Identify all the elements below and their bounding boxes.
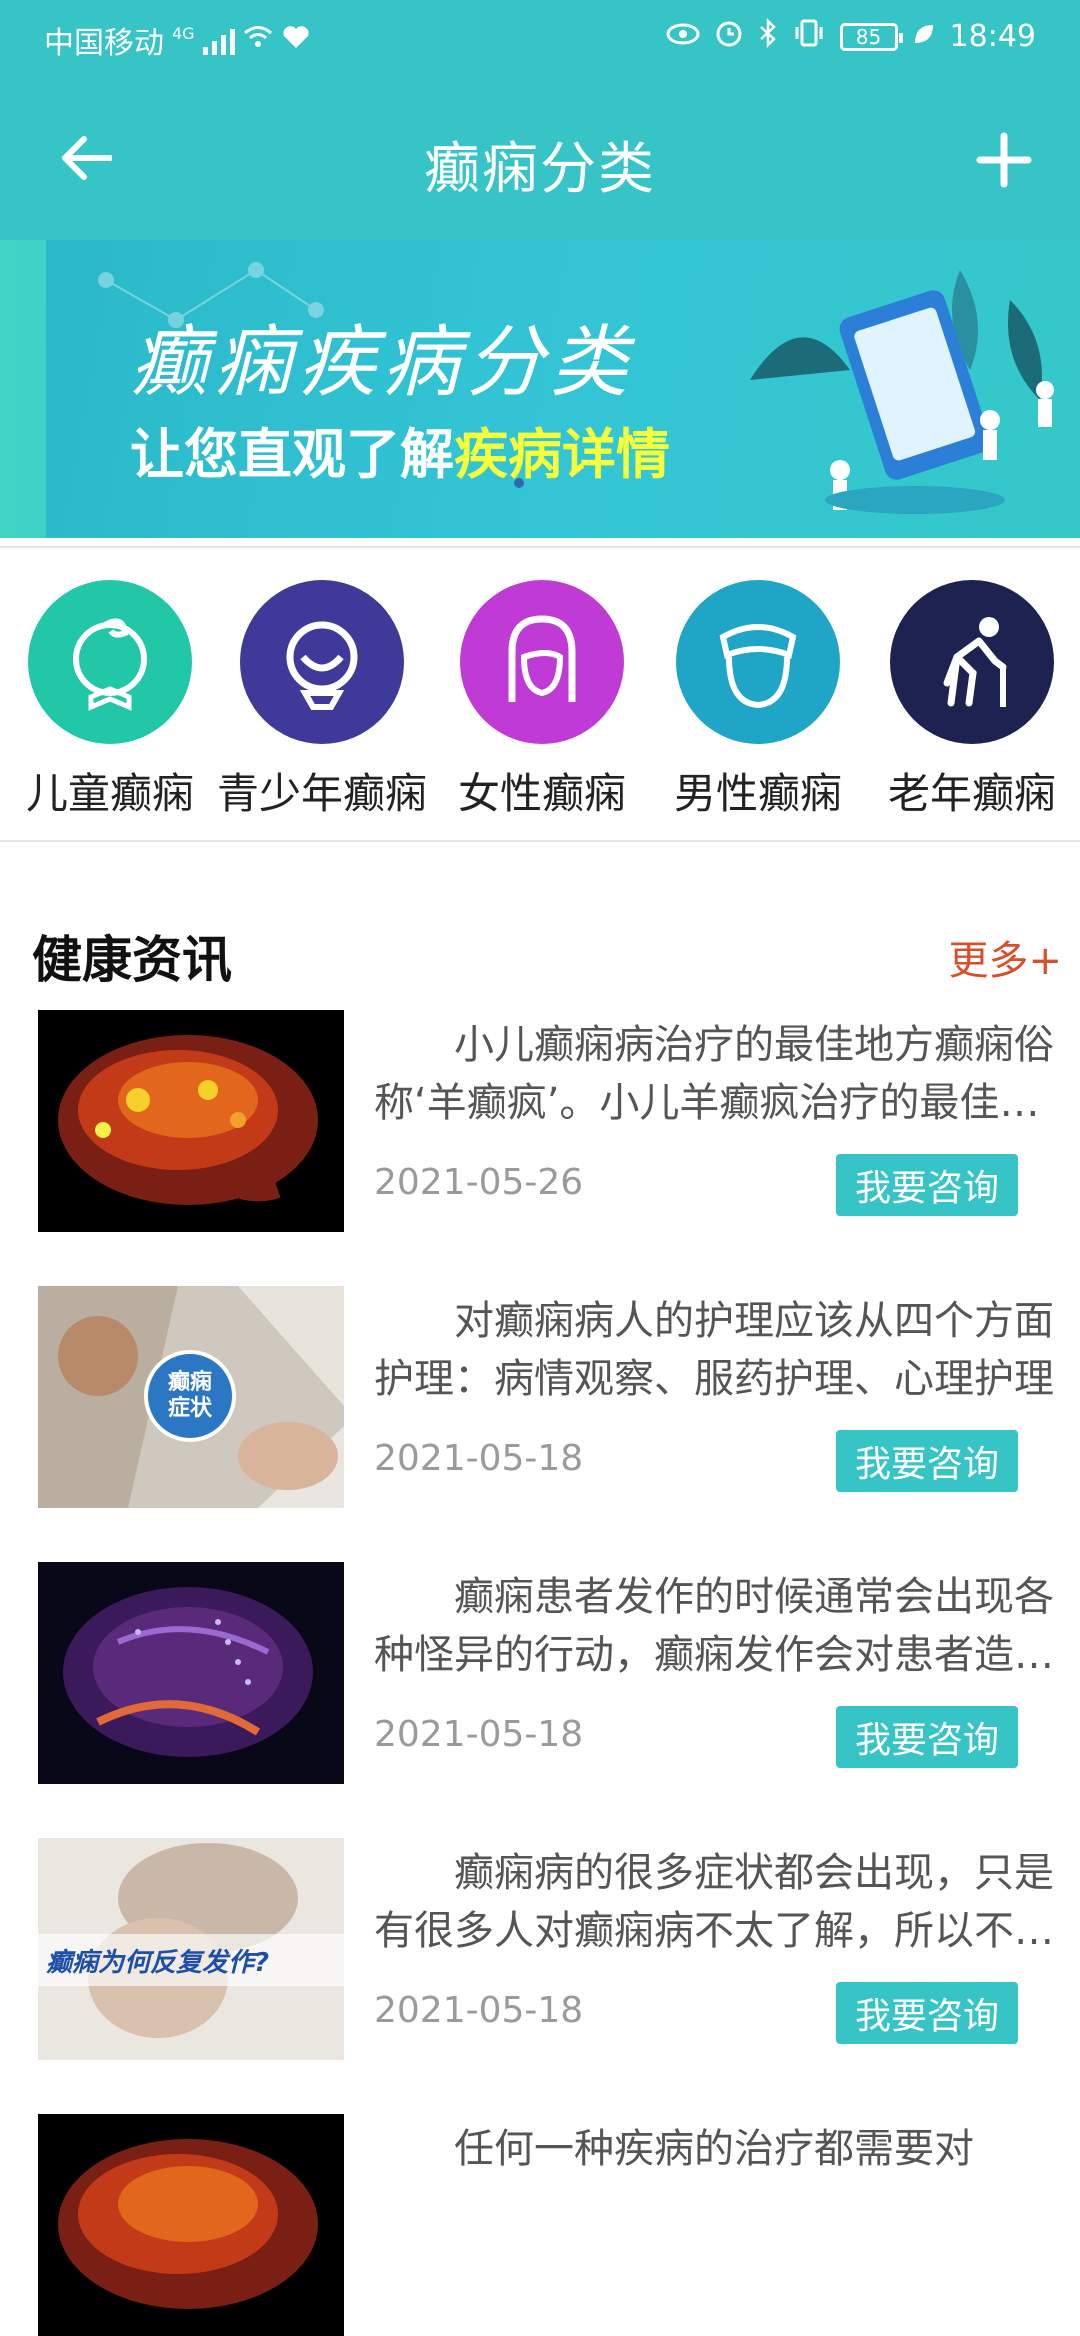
child-icon — [28, 580, 192, 744]
recurrent-seizure-image: 癫痫为何反复发作? — [38, 1838, 344, 2060]
add-button[interactable] — [972, 128, 1036, 192]
thumb-caption: 癫痫为何反复发作? — [46, 1948, 270, 1978]
eye-icon — [666, 20, 700, 53]
banner-medical-illustration — [750, 270, 1054, 514]
heart-icon — [281, 24, 311, 57]
carrier-info: 中国移动 4G — [44, 18, 311, 62]
category-teens[interactable]: 青少年癫痫 — [212, 580, 432, 821]
news-summary: 任何一种疾病的治疗都需要对 — [454, 2126, 974, 2172]
banner-title: 癫痫疾病分类 — [130, 318, 635, 408]
consult-button[interactable]: 我要咨询 — [836, 1982, 1018, 2044]
news-date: 2021-05-26 — [374, 1162, 584, 1203]
app-header: 中国移动 4G 85 18:49 癫痫分类 — [0, 0, 1080, 240]
man-icon — [676, 580, 840, 744]
category-label: 男性癫痫 — [673, 769, 842, 818]
thumb-badge: 癫痫症状 — [167, 1370, 212, 1421]
battery-icon: 85 — [839, 22, 903, 51]
news-item[interactable]: 癫痫患者发作的时候通常会出现各种怪异的行动，癫痫发作会对患者造成伤害 2021-… — [38, 1562, 1054, 1784]
banner-subtitle-prefix: 让您直观了解 — [130, 423, 454, 486]
teen-icon — [240, 580, 404, 744]
clock-time: 18:49 — [949, 19, 1036, 54]
category-label: 女性癫痫 — [457, 769, 626, 818]
brain-heatmap-image — [38, 1010, 344, 1232]
news-item[interactable]: 小儿癫痫病治疗的最佳地方癫痫俗称‘羊癫疯’。小儿羊癫疯治疗的最佳地方 2021-… — [38, 1010, 1054, 1232]
woman-icon — [460, 580, 624, 744]
elderly-icon — [890, 580, 1054, 744]
category-label: 儿童癫痫 — [25, 769, 194, 818]
brain-heatmap-image — [38, 2114, 344, 2336]
status-right: 85 18:49 — [666, 17, 1036, 55]
more-link[interactable]: 更多+ — [948, 928, 1062, 986]
news-item[interactable]: 癫痫为何反复发作? 癫痫病的很多症状都会出现，只是有很多人对癫痫病不太了解，所以… — [38, 1838, 1054, 2060]
category-strip: 儿童癫痫 青少年癫痫 女性癫痫 男性癫痫 老年癫痫 — [0, 546, 1080, 842]
news-date: 2021-05-18 — [374, 1438, 584, 1479]
news-summary: 癫痫患者发作的时候通常会出现各种怪异的行动，癫痫发作会对患者造成伤害 — [374, 1574, 1054, 1678]
leaf-icon — [912, 20, 936, 53]
health-news-section: 健康资讯 更多+ 小儿癫痫病治疗的最佳地方癫痫俗称‘羊癫疯’。小儿羊癫疯治疗的最… — [0, 900, 1080, 2336]
banner[interactable]: 癫痫疾病分类 让您直观了解疾病详情 — [0, 240, 1080, 538]
news-summary: 癫痫病的很多症状都会出现，只是有很多人对癫痫病不太了解，所以不知道 — [374, 1850, 1054, 1954]
news-item[interactable]: 任何一种疾病的治疗都需要对 — [38, 2114, 1048, 2336]
consult-button[interactable]: 我要咨询 — [836, 1430, 1018, 1492]
category-elderly[interactable]: 老年癫痫 — [862, 580, 1080, 821]
banner-page-indicator — [514, 478, 524, 488]
page-title: 癫痫分类 — [424, 137, 656, 202]
wifi-icon — [243, 24, 273, 57]
consult-button[interactable]: 我要咨询 — [836, 1154, 1018, 1216]
consult-button[interactable]: 我要咨询 — [836, 1706, 1018, 1768]
status-bar: 中国移动 4G 85 18:49 — [0, 0, 1080, 78]
alarm-icon — [714, 18, 744, 55]
category-men[interactable]: 男性癫痫 — [648, 580, 868, 821]
news-item[interactable]: 癫痫症状 对癫痫病人的护理应该从四个方面护理：病情观察、服药护理、心理护理 20… — [38, 1286, 1054, 1508]
category-women[interactable]: 女性癫痫 — [432, 580, 652, 821]
title-bar: 癫痫分类 — [0, 100, 1080, 220]
carrier-name: 中国移动 — [44, 26, 164, 61]
news-summary: 小儿癫痫病治疗的最佳地方癫痫俗称‘羊癫疯’。小儿羊癫疯治疗的最佳地方 — [374, 1022, 1054, 1126]
brain-scan-image — [38, 1562, 344, 1784]
signal-icon — [202, 25, 235, 55]
news-date: 2021-05-18 — [374, 1990, 584, 2031]
network-type: 4G — [172, 23, 195, 43]
bluetooth-icon — [758, 17, 778, 55]
banner-subtitle-highlight: 疾病详情 — [454, 423, 670, 486]
children-symptoms-image: 癫痫症状 — [38, 1286, 344, 1508]
banner-subtitle: 让您直观了解疾病详情 — [130, 410, 670, 489]
vibrate-icon — [792, 18, 826, 55]
plus-icon — [976, 132, 1032, 188]
category-children[interactable]: 儿童癫痫 — [0, 580, 220, 821]
category-label: 老年癫痫 — [887, 769, 1056, 818]
section-title: 健康资讯 — [32, 931, 232, 989]
news-summary: 对癫痫病人的护理应该从四个方面护理：病情观察、服药护理、心理护理 — [374, 1298, 1054, 1402]
category-label: 青少年癫痫 — [216, 769, 427, 818]
news-date: 2021-05-18 — [374, 1714, 584, 1755]
